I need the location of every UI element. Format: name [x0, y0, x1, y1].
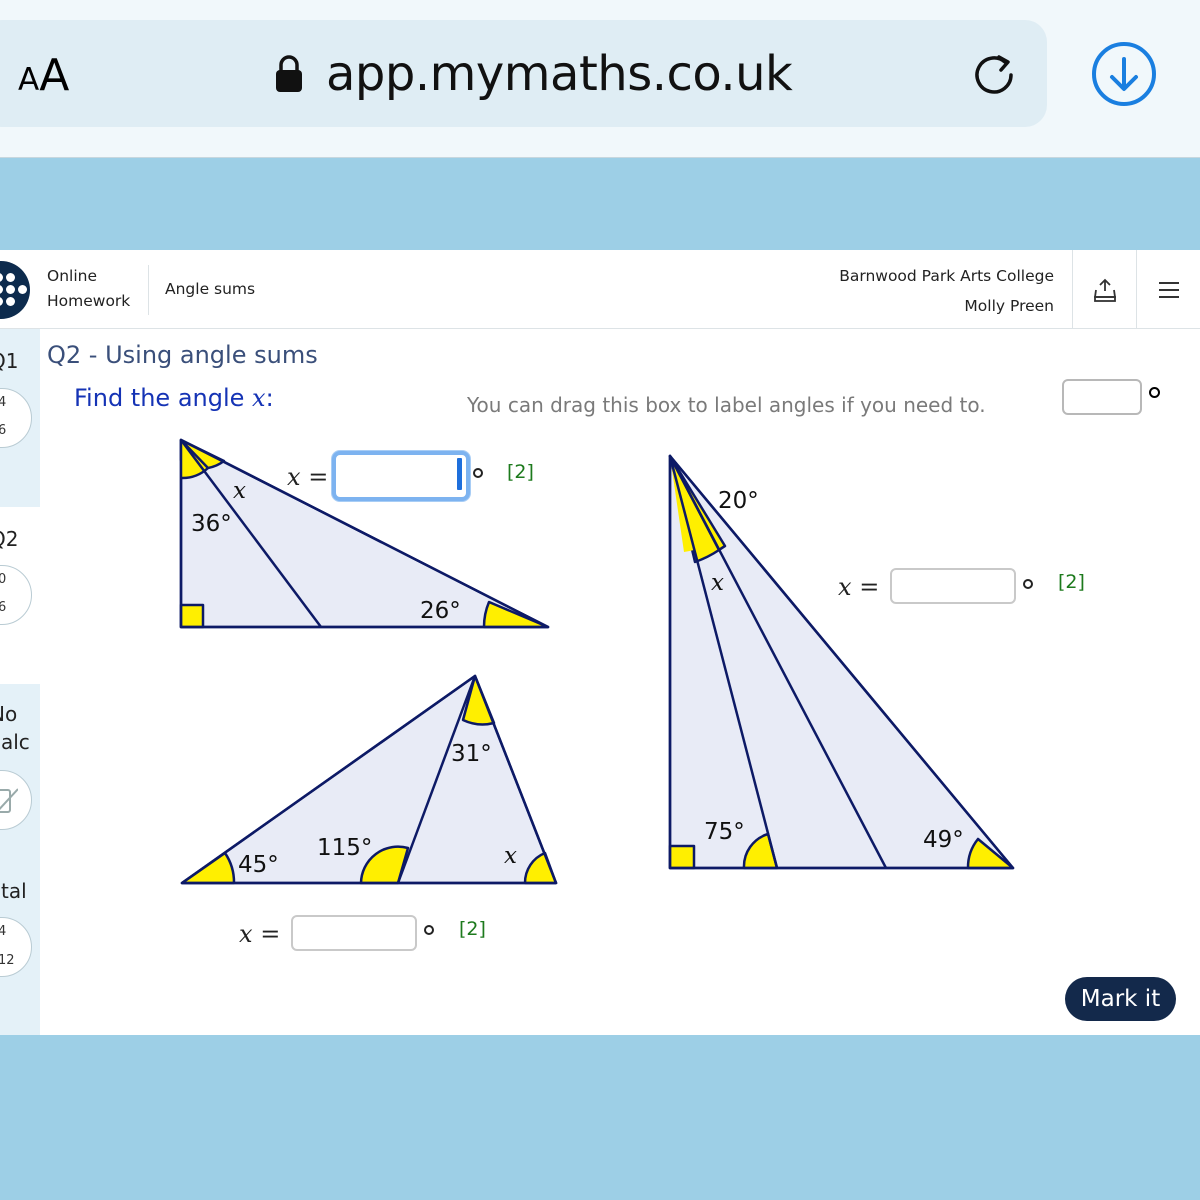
d2-angle-x: x [711, 570, 724, 596]
url-text[interactable]: app.mymaths.co.uk [326, 46, 793, 102]
d3-angle-x: x [504, 843, 517, 869]
d1-angle-x: x [233, 478, 246, 504]
text-size-button[interactable]: AA [18, 50, 69, 101]
answer-1-equals: = [308, 463, 329, 491]
d3-angle-115: 115° [317, 835, 372, 861]
d3-angle-45: 45° [238, 852, 279, 878]
answer-2-var: x [838, 573, 852, 601]
answer-3-degree [424, 925, 434, 935]
d1-angle-26: 26° [420, 598, 461, 624]
text-size-big: A [39, 50, 70, 101]
answer-3-input[interactable] [291, 915, 417, 951]
d2-angle-75: 75° [704, 819, 745, 845]
d1-angle-36: 36° [191, 511, 232, 537]
d2-angle-20: 20° [718, 488, 759, 514]
reload-icon[interactable] [968, 48, 1024, 104]
mark-it-button[interactable]: Mark it [1065, 977, 1176, 1021]
d2-angle-49: 49° [923, 827, 964, 853]
lock-icon [276, 55, 302, 92]
text-size-small: A [18, 62, 40, 98]
download-icon[interactable] [1090, 40, 1158, 108]
answer-3-var: x [239, 920, 253, 948]
answer-2-marks: [2] [1058, 571, 1085, 593]
diagram-2 [668, 454, 1015, 870]
browser-toolbar: AA app.mymaths.co.uk [0, 0, 1200, 158]
answer-1-label: x = [287, 463, 328, 491]
d3-angle-31: 31° [451, 741, 492, 767]
answer-1-degree [473, 468, 483, 478]
answer-3-label: x = [239, 920, 280, 948]
text-cursor [457, 458, 462, 490]
answer-3-marks: [2] [459, 918, 486, 940]
answer-3-equals: = [260, 920, 281, 948]
answer-2-equals: = [859, 573, 880, 601]
answer-2-label: x = [838, 573, 879, 601]
homework-app: Online Homework Angle sums Barnwood Park… [0, 250, 1200, 1035]
answer-2-degree [1023, 579, 1033, 589]
answer-1-input[interactable] [332, 451, 470, 501]
answer-2-input[interactable] [890, 568, 1016, 604]
answer-1-marks: [2] [507, 461, 534, 483]
triangle-diagrams: x 36° 26° 20° x 75° 49° 31° 45° 115° x [179, 438, 1015, 885]
answer-1-var: x [287, 463, 301, 491]
